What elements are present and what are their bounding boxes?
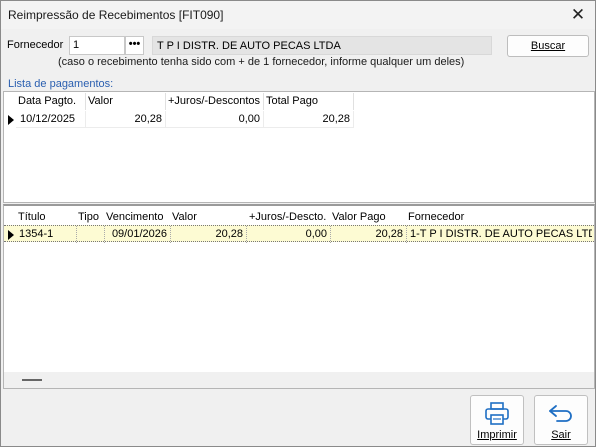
- column-header[interactable]: Total Pago: [264, 93, 354, 110]
- vencimento-cell: 09/01/2026: [104, 226, 170, 243]
- buscar-label: Buscar: [530, 40, 566, 52]
- sair-label: Sair: [551, 429, 571, 441]
- fornecedor-label: Fornecedor: [7, 39, 64, 51]
- imprimir-label: Imprimir: [477, 429, 517, 441]
- pagamentos-header: Data Pagto. Valor +Juros/-Descontos Tota…: [4, 93, 356, 110]
- column-header[interactable]: +Juros/-Descontos: [166, 93, 264, 110]
- valor-pago-cell: 20,28: [330, 226, 406, 243]
- return-arrow-icon: [535, 402, 587, 426]
- title-bar: Reimpressão de Recebimentos [FIT090] ✕: [1, 1, 595, 29]
- current-row-indicator-icon: [8, 115, 14, 125]
- pagamentos-grid[interactable]: Data Pagto. Valor +Juros/-Descontos Tota…: [3, 91, 595, 203]
- window-title: Reimpressão de Recebimentos [FIT090]: [8, 8, 224, 22]
- fornecedor-lookup-button[interactable]: •••: [125, 36, 144, 55]
- titulos-grid[interactable]: Título Tipo Vencimento Valor +Juros/-Des…: [3, 204, 595, 389]
- valor-cell: 20,28: [170, 226, 246, 243]
- column-header[interactable]: Data Pagto.: [16, 93, 86, 110]
- fornecedor-cell: 1-T P I DISTR. DE AUTO PECAS LTDA: [406, 226, 592, 243]
- fornecedor-hint: (caso o recebimento tenha sido com + de …: [58, 56, 465, 68]
- column-header[interactable]: Tipo: [76, 209, 104, 226]
- column-header[interactable]: Vencimento: [104, 209, 170, 226]
- column-header[interactable]: Fornecedor: [406, 209, 592, 226]
- reimpressao-window: Reimpressão de Recebimentos [FIT090] ✕ F…: [0, 0, 596, 447]
- valor-cell: 20,28: [86, 111, 166, 128]
- titulos-header: Título Tipo Vencimento Valor +Juros/-Des…: [4, 209, 594, 226]
- juros-cell: 0,00: [166, 111, 264, 128]
- column-header[interactable]: +Juros/-Descto.: [247, 209, 331, 226]
- column-header[interactable]: Valor: [170, 209, 246, 226]
- sair-button[interactable]: Sair: [534, 395, 588, 445]
- titulo-cell: 1354-1: [19, 228, 54, 240]
- fornecedor-code-input[interactable]: 1: [69, 36, 125, 55]
- column-header[interactable]: Valor: [86, 93, 166, 110]
- current-row-indicator-icon: [8, 230, 14, 240]
- horizontal-scrollbar[interactable]: [4, 372, 594, 388]
- juros-cell: 0,00: [246, 226, 330, 243]
- imprimir-button[interactable]: Imprimir: [470, 395, 524, 445]
- lista-pagamentos-label: Lista de pagamentos:: [8, 78, 114, 90]
- table-row[interactable]: 1354-1 09/01/2026 20,28 0,00 20,28 1-T P…: [4, 225, 594, 243]
- buscar-button[interactable]: Buscar: [507, 35, 589, 57]
- data-pagto-cell: 10/12/2025: [16, 111, 86, 128]
- close-icon[interactable]: ✕: [567, 4, 589, 26]
- column-header[interactable]: Título: [16, 209, 76, 226]
- tipo-cell: [76, 226, 104, 243]
- column-header[interactable]: Valor Pago: [330, 209, 406, 226]
- table-row[interactable]: 10/12/2025 20,28 0,00 20,28: [4, 111, 356, 128]
- fornecedor-name-field: T P I DISTR. DE AUTO PECAS LTDA: [152, 36, 492, 55]
- printer-icon: [471, 402, 523, 426]
- scrollbar-thumb[interactable]: [22, 379, 42, 381]
- total-pago-cell: 20,28: [264, 111, 354, 128]
